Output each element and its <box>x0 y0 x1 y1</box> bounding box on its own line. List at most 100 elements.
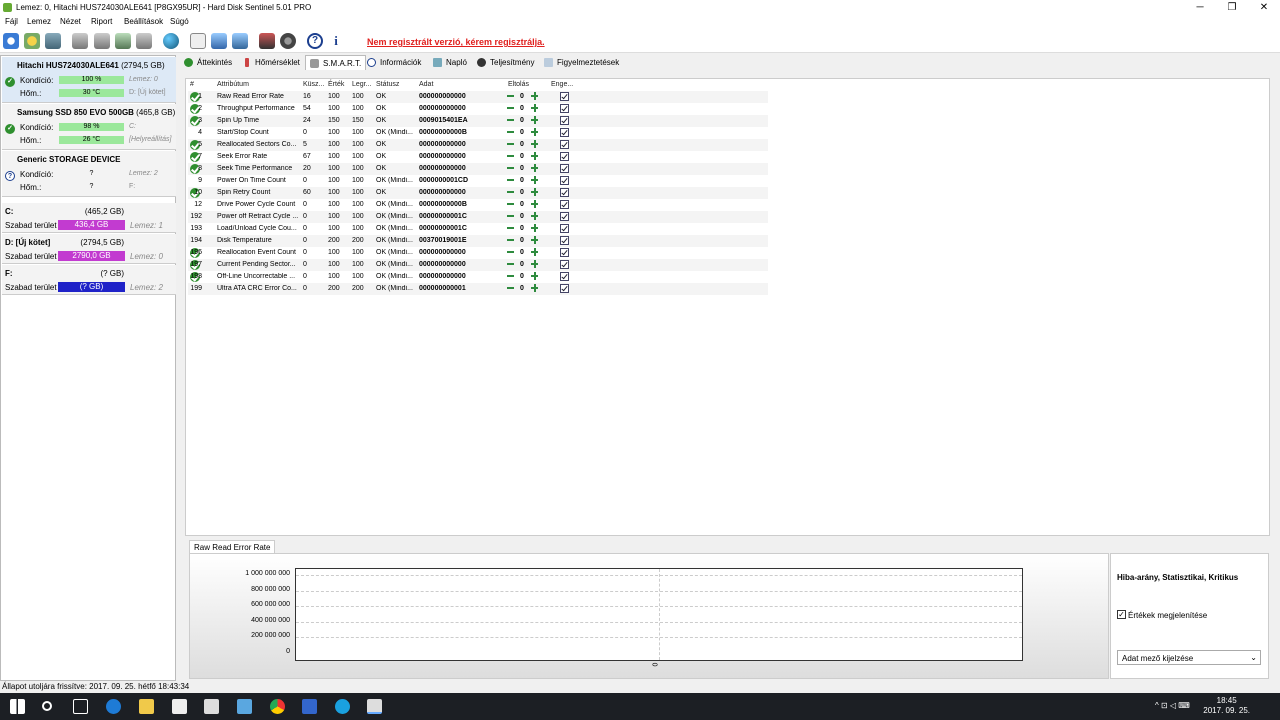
maximize-icon[interactable]: ❐ <box>1216 0 1248 15</box>
col-header-attribute[interactable]: Attribútum <box>217 81 249 88</box>
decrease-offset-button[interactable] <box>506 140 514 148</box>
decrease-offset-button[interactable] <box>506 188 514 196</box>
disk-item-generic[interactable]: Generic STORAGE DEVICE ? Kondíció: ? Lem… <box>2 151 176 197</box>
decrease-offset-button[interactable] <box>506 260 514 268</box>
edge-icon[interactable] <box>106 699 121 714</box>
increase-offset-button[interactable] <box>530 164 538 172</box>
enabled-checkbox[interactable] <box>560 200 569 209</box>
table-row[interactable]: 9 Power On Time Count 0 100 100 OK (Mindi... 0… <box>188 175 768 187</box>
col-header-enabled[interactable]: Enge... <box>551 81 573 88</box>
increase-offset-button[interactable] <box>530 224 538 232</box>
disk-item-hitachi[interactable]: Hitachi HUS724030ALE641 (2794,5 GB) ✓ Ko… <box>2 57 176 103</box>
decrease-offset-button[interactable] <box>506 200 514 208</box>
hdd-test-icon[interactable] <box>72 33 88 49</box>
globe-icon[interactable] <box>163 33 179 49</box>
table-row[interactable]: 4 Start/Stop Count 0 100 100 OK (Mindi... 0000… <box>188 127 768 139</box>
hdd-test-2-icon[interactable] <box>94 33 110 49</box>
decrease-offset-button[interactable] <box>506 128 514 136</box>
col-header-data[interactable]: Adat <box>419 81 433 88</box>
table-row[interactable]: 2 Throughput Performance 54 100 100 OK 0000000… <box>188 103 768 115</box>
enabled-checkbox[interactable] <box>560 164 569 173</box>
increase-offset-button[interactable] <box>530 188 538 196</box>
col-header-threshold[interactable]: Küsz... <box>303 81 324 88</box>
cloud-icon[interactable] <box>232 33 248 49</box>
windows-start-icon[interactable] <box>10 699 25 714</box>
enabled-checkbox[interactable] <box>560 284 569 293</box>
tab-log[interactable]: Napló <box>429 55 471 70</box>
increase-offset-button[interactable] <box>530 176 538 184</box>
increase-offset-button[interactable] <box>530 92 538 100</box>
tab-smart[interactable]: S.M.A.R.T. <box>305 55 367 70</box>
menu-view[interactable]: Nézet <box>60 17 81 26</box>
increase-offset-button[interactable] <box>530 248 538 256</box>
hdd-tool-icon[interactable] <box>136 33 152 49</box>
table-row[interactable]: 5 Reallocated Sectors Co... 5 100 100 OK 00000… <box>188 139 768 151</box>
tab-temperature[interactable]: Hőmérséklet <box>238 55 304 70</box>
increase-offset-button[interactable] <box>530 236 538 244</box>
increase-offset-button[interactable] <box>530 104 538 112</box>
hdd-ok-icon[interactable] <box>115 33 131 49</box>
refresh-icon[interactable] <box>3 33 19 49</box>
enabled-checkbox[interactable] <box>560 128 569 137</box>
table-row[interactable]: 10 Spin Retry Count 60 100 100 OK 000000000000… <box>188 187 768 199</box>
decrease-offset-button[interactable] <box>506 224 514 232</box>
increase-offset-button[interactable] <box>530 152 538 160</box>
hard-disk-sentinel-taskbar-icon[interactable] <box>367 699 382 714</box>
close-icon[interactable]: ✕ <box>1248 0 1280 15</box>
partition-item-c[interactable]: C: (465,2 GB) Szabad terület 436,4 GB Le… <box>2 203 176 233</box>
increase-offset-button[interactable] <box>530 140 538 148</box>
register-link[interactable]: Nem regisztrált verzió, kérem regisztrál… <box>367 37 545 47</box>
task-view-icon[interactable] <box>73 699 88 714</box>
tab-performance[interactable]: Teljesítmény <box>473 55 538 70</box>
increase-offset-button[interactable] <box>530 212 538 220</box>
disk-icon[interactable] <box>45 33 61 49</box>
menu-help[interactable]: Súgó <box>170 17 189 26</box>
table-row[interactable]: 197 Current Pending Sector... 0 100 100 OK (M… <box>188 259 768 271</box>
enabled-checkbox[interactable] <box>560 104 569 113</box>
minimize-icon[interactable]: ─ <box>1184 0 1216 15</box>
increase-offset-button[interactable] <box>530 116 538 124</box>
chrome-icon[interactable] <box>270 699 285 714</box>
menu-settings[interactable]: Beállítások <box>124 17 163 26</box>
computer-icon[interactable] <box>259 33 275 49</box>
settings-icon[interactable] <box>280 33 296 49</box>
mail-icon[interactable] <box>204 699 219 714</box>
partition-item-d[interactable]: D: [Új kötet] (2794,5 GB) Szabad terület… <box>2 234 176 264</box>
disk-info-icon[interactable] <box>24 33 40 49</box>
menu-disk[interactable]: Lemez <box>27 17 51 26</box>
menu-report[interactable]: Riport <box>91 17 112 26</box>
decrease-offset-button[interactable] <box>506 212 514 220</box>
col-header-value[interactable]: Érték <box>328 81 344 88</box>
partition-item-f[interactable]: F: (? GB) Szabad terület (? GB) Lemez: 2 <box>2 265 176 295</box>
enabled-checkbox[interactable] <box>560 272 569 281</box>
col-header-id[interactable]: # <box>190 81 194 88</box>
enabled-checkbox[interactable] <box>560 224 569 233</box>
table-row[interactable]: 1 Raw Read Error Rate 16 100 100 OK 0000000000… <box>188 91 768 103</box>
save-app-icon[interactable] <box>302 699 317 714</box>
menu-file[interactable]: Fájl <box>5 17 18 26</box>
enabled-checkbox[interactable] <box>560 212 569 221</box>
enabled-checkbox[interactable] <box>560 140 569 149</box>
decrease-offset-button[interactable] <box>506 272 514 280</box>
disk-item-samsung[interactable]: Samsung SSD 850 EVO 500GB (465,8 GB) ✓ K… <box>2 104 176 150</box>
decrease-offset-button[interactable] <box>506 176 514 184</box>
table-row[interactable]: 12 Drive Power Cycle Count 0 100 100 OK (Mind… <box>188 199 768 211</box>
table-row[interactable]: 3 Spin Up Time 24 150 150 OK 0009015401EA 0 <box>188 115 768 127</box>
tab-information[interactable]: Információk <box>363 55 425 70</box>
enabled-checkbox[interactable] <box>560 152 569 161</box>
decrease-offset-button[interactable] <box>506 164 514 172</box>
enabled-checkbox[interactable] <box>560 116 569 125</box>
table-row[interactable]: 194 Disk Temperature 0 200 200 OK (Mindi... 00… <box>188 235 768 247</box>
decrease-offset-button[interactable] <box>506 152 514 160</box>
decrease-offset-button[interactable] <box>506 92 514 100</box>
show-values-checkbox[interactable]: ✓ <box>1117 610 1126 619</box>
increase-offset-button[interactable] <box>530 128 538 136</box>
file-explorer-icon[interactable] <box>139 699 154 714</box>
table-row[interactable]: 192 Power off Retract Cycle ... 0 100 100 OK … <box>188 211 768 223</box>
decrease-offset-button[interactable] <box>506 236 514 244</box>
enabled-checkbox[interactable] <box>560 188 569 197</box>
tray-icons[interactable]: ^ ⊡ ◁ ⌨ <box>1155 701 1190 710</box>
enabled-checkbox[interactable] <box>560 92 569 101</box>
skype-icon[interactable] <box>335 699 350 714</box>
send-report-icon[interactable] <box>211 33 227 49</box>
